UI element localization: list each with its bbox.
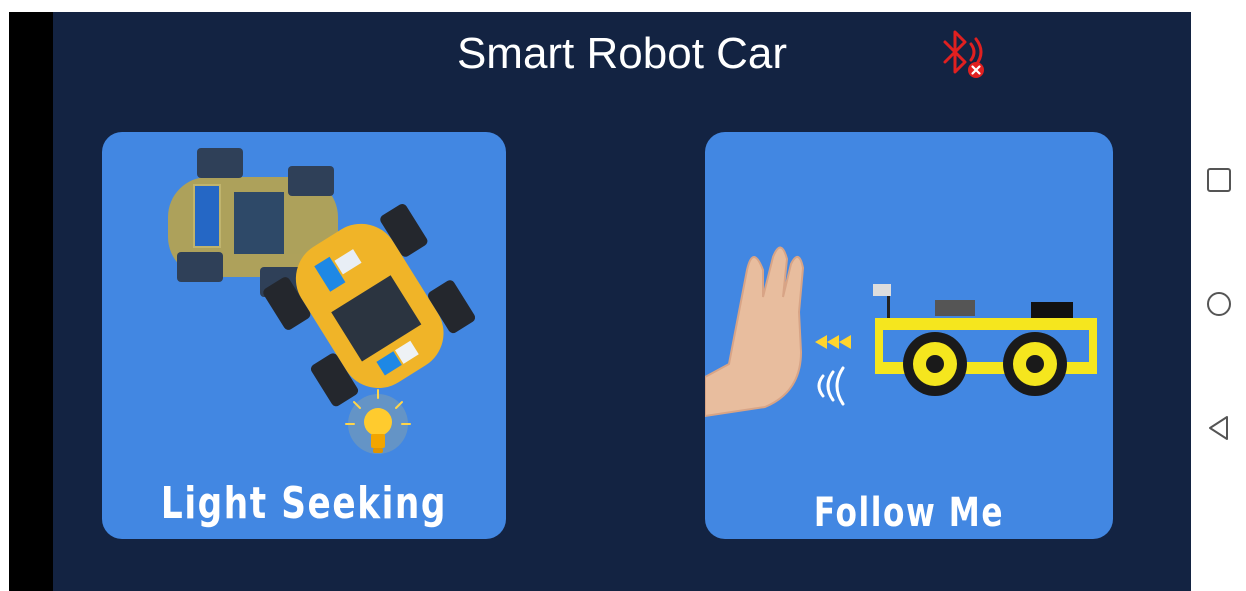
follow-me-label: Follow Me [813, 490, 1005, 536]
follow-me-illustration [705, 246, 1097, 418]
page-title: Smart Robot Car [456, 29, 788, 78]
bluetooth-disconnected-icon[interactable] [933, 22, 993, 82]
system-navigation-bar [1191, 0, 1246, 591]
app-screen: Smart Robot Car Light Seeking Follow Me [53, 12, 1191, 591]
back-icon[interactable] [1205, 414, 1233, 442]
recent-apps-icon[interactable] [1205, 166, 1233, 194]
home-icon[interactable] [1205, 290, 1233, 318]
left-edge-bar [9, 12, 53, 591]
follow-me-card[interactable]: Follow Me [705, 132, 1113, 539]
light-seeking-label: Light Seeking [160, 478, 448, 529]
light-seeking-card[interactable]: Light Seeking [102, 132, 506, 539]
